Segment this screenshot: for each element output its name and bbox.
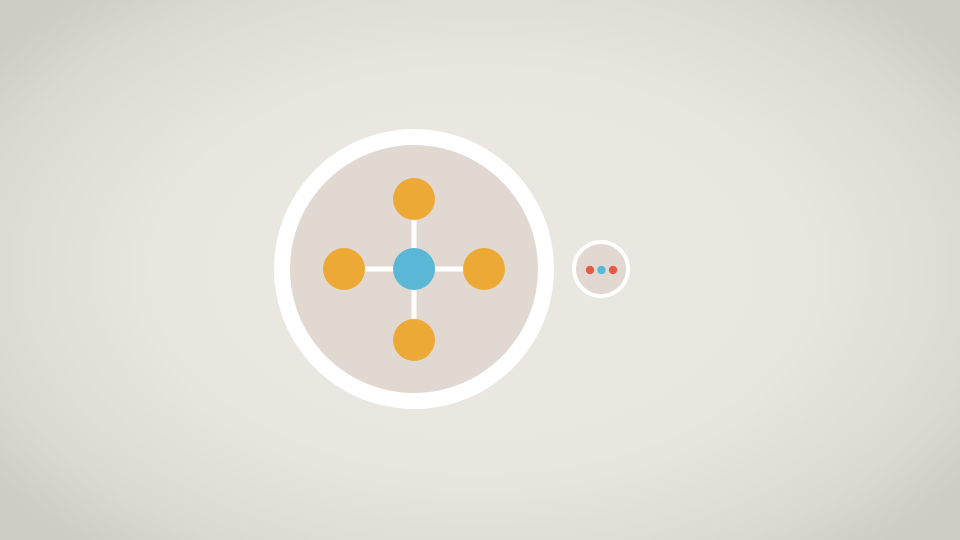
satellite-top [393, 178, 435, 220]
ellipsis-icon[interactable] [572, 240, 630, 298]
illustration [274, 129, 630, 409]
dot-middle [597, 265, 606, 275]
background [0, 0, 960, 540]
satellite-left [323, 248, 365, 290]
satellite-right [463, 248, 505, 290]
network-hub-icon [274, 129, 554, 409]
satellite-bottom [393, 319, 435, 361]
hub-node [393, 248, 435, 290]
dot-right [608, 265, 618, 275]
dot-left [585, 265, 595, 275]
